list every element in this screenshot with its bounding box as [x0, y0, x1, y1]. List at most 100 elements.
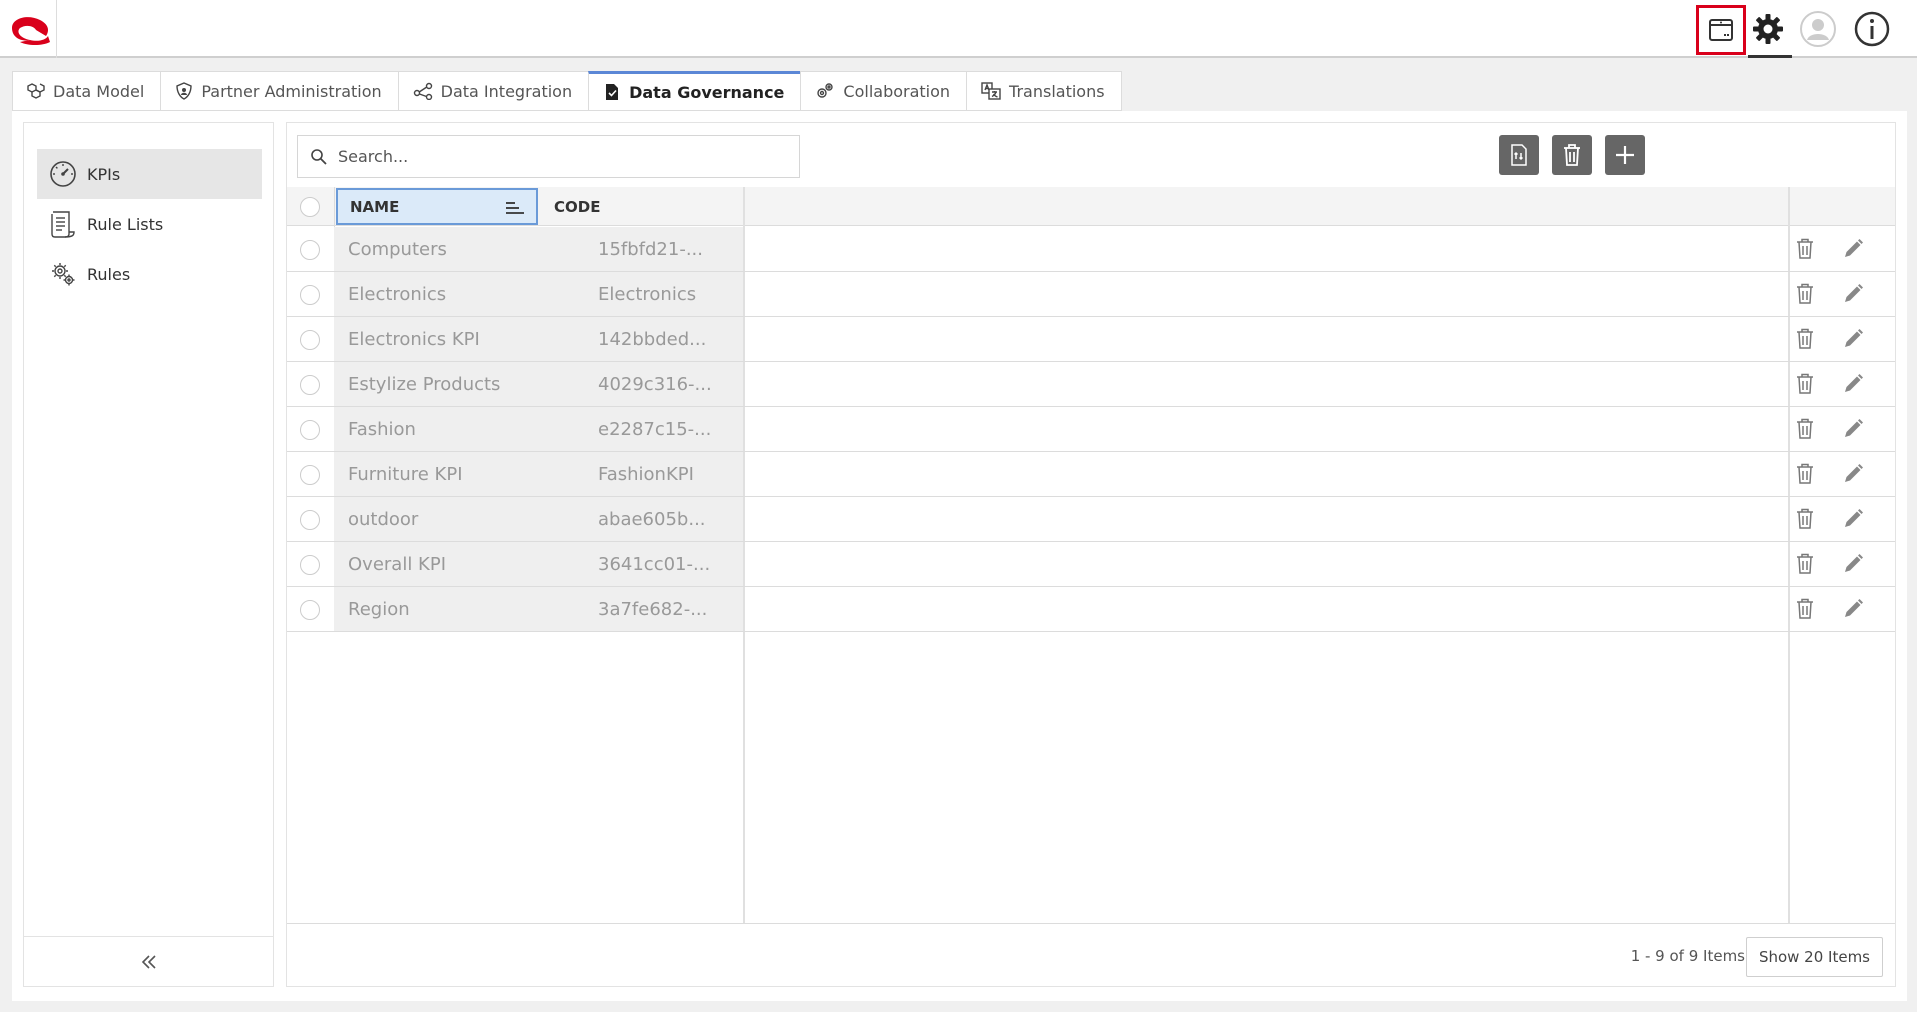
tab-data-model[interactable]: Data Model: [12, 71, 161, 111]
pencil-icon[interactable]: [1842, 508, 1864, 530]
trash-icon[interactable]: [1796, 418, 1814, 440]
trash-icon[interactable]: [1796, 463, 1814, 485]
row-checkbox[interactable]: [300, 375, 320, 395]
row-code: 4029c316-...: [598, 373, 712, 395]
tab-label: Data Integration: [440, 81, 573, 101]
trash-icon[interactable]: [1796, 508, 1814, 530]
pencil-icon[interactable]: [1842, 463, 1864, 485]
window-icon: [1709, 19, 1733, 41]
sidebar-item-kpis[interactable]: KPIs: [37, 149, 262, 199]
search-icon: [311, 148, 327, 165]
row-name: Region: [348, 598, 410, 620]
table-row[interactable]: Computers 15fbfd21-...: [287, 227, 1895, 272]
trash-icon[interactable]: [1796, 283, 1814, 305]
column-header-name[interactable]: NAME: [336, 188, 538, 225]
row-checkbox[interactable]: [300, 285, 320, 305]
row-code: Electronics: [598, 283, 697, 305]
logo-divider: [56, 0, 57, 58]
tab-label: Data Governance: [629, 82, 785, 102]
document-check-icon: [606, 84, 619, 100]
row-checkbox[interactable]: [300, 465, 320, 485]
table-row[interactable]: Furniture KPI FashionKPI: [287, 452, 1895, 497]
kpi-grid-panel: NAME CODE Computers 15fbfd21-... Electro: [286, 122, 1896, 987]
row-checkbox[interactable]: [300, 555, 320, 575]
trash-icon[interactable]: [1796, 373, 1814, 395]
row-code: 15fbfd21-...: [598, 238, 703, 260]
user-profile-button[interactable]: [1797, 8, 1839, 50]
kpi-table: NAME CODE Computers 15fbfd21-... Electro: [287, 187, 1895, 924]
sidebar-item-rules[interactable]: Rules: [37, 249, 262, 299]
row-code: 142bbded...: [598, 328, 707, 350]
nodes-icon: [413, 82, 432, 100]
tab-label: Partner Administration: [201, 81, 382, 101]
window-icon-button[interactable]: [1696, 5, 1746, 55]
sidebar-item-label: Rule Lists: [87, 214, 164, 234]
row-checkbox[interactable]: [300, 420, 320, 440]
sidebar-item-label: Rules: [87, 264, 131, 284]
info-button[interactable]: [1851, 8, 1893, 50]
tab-data-governance[interactable]: Data Governance: [588, 71, 801, 111]
trash-icon[interactable]: [1796, 553, 1814, 575]
plus-icon: [1616, 146, 1634, 164]
table-row[interactable]: Electronics KPI 142bbded...: [287, 317, 1895, 362]
row-code: 3641cc01-...: [598, 553, 711, 575]
row-checkbox[interactable]: [300, 600, 320, 620]
show-more-button[interactable]: Show 20 Items: [1745, 937, 1883, 977]
tab-collaboration[interactable]: Collaboration: [800, 71, 967, 111]
user-avatar-icon: [1800, 11, 1836, 47]
row-code: FashionKPI: [598, 463, 694, 485]
pager-info: 1 - 9 of 9 Items: [1630, 947, 1745, 965]
row-name: Electronics KPI: [348, 328, 480, 350]
pencil-icon[interactable]: [1842, 373, 1864, 395]
sidebar: KPIs Rule Lists Rules: [23, 122, 274, 987]
tab-partner-administration[interactable]: Partner Administration: [160, 71, 398, 111]
row-name: Overall KPI: [348, 553, 447, 575]
column-header-label: NAME: [350, 197, 400, 216]
settings-button[interactable]: [1747, 8, 1789, 50]
pencil-icon[interactable]: [1842, 238, 1864, 260]
row-checkbox[interactable]: [300, 510, 320, 530]
column-header-code[interactable]: CODE: [542, 187, 600, 226]
content-panel: KPIs Rule Lists Rules Search... NAME COD…: [12, 111, 1907, 1001]
translate-icon: [981, 82, 1001, 100]
pencil-icon[interactable]: [1842, 328, 1864, 350]
main-tabs: Data Model Partner Administration Data I…: [12, 71, 1122, 111]
table-row[interactable]: Estylize Products 4029c316-...: [287, 362, 1895, 407]
top-bar: [0, 0, 1917, 58]
row-name: Furniture KPI: [348, 463, 463, 485]
sidebar-collapse-button[interactable]: [24, 936, 273, 986]
list-document-icon: [51, 211, 75, 238]
pencil-icon[interactable]: [1842, 553, 1864, 575]
pencil-icon[interactable]: [1842, 418, 1864, 440]
table-row[interactable]: Region 3a7fe682-...: [287, 587, 1895, 632]
trash-icon[interactable]: [1796, 598, 1814, 620]
row-name: Estylize Products: [348, 373, 501, 395]
trash-icon[interactable]: [1796, 238, 1814, 260]
trash-icon[interactable]: [1796, 328, 1814, 350]
row-checkbox[interactable]: [300, 330, 320, 350]
cubes-icon: [27, 83, 45, 99]
table-row[interactable]: Overall KPI 3641cc01-...: [287, 542, 1895, 587]
tab-label: Collaboration: [843, 81, 951, 101]
sidebar-item-rule-lists[interactable]: Rule Lists: [37, 199, 262, 249]
tab-label: Translations: [1009, 81, 1105, 101]
row-name: Electronics: [348, 283, 447, 305]
delete-all-button[interactable]: [1552, 135, 1592, 175]
brand-logo[interactable]: [6, 12, 52, 46]
table-row[interactable]: Electronics Electronics: [287, 272, 1895, 317]
row-checkbox[interactable]: [300, 240, 320, 260]
sync-button[interactable]: [1499, 135, 1539, 175]
table-footer: 1 - 9 of 9 Items Show 20 Items: [287, 924, 1895, 986]
search-box: [297, 135, 800, 178]
tab-data-integration[interactable]: Data Integration: [397, 71, 589, 111]
pencil-icon[interactable]: [1842, 598, 1864, 620]
add-kpi-button[interactable]: [1605, 135, 1645, 175]
table-row[interactable]: Fashion e2287c15-...: [287, 407, 1895, 452]
select-all-checkbox[interactable]: [300, 197, 320, 217]
sidebar-item-label: KPIs: [87, 164, 121, 184]
tab-translations[interactable]: Translations: [966, 71, 1122, 111]
pencil-icon[interactable]: [1842, 283, 1864, 305]
search-input[interactable]: [338, 147, 778, 166]
sort-icon[interactable]: [506, 201, 524, 215]
table-row[interactable]: outdoor abae605b...: [287, 497, 1895, 542]
